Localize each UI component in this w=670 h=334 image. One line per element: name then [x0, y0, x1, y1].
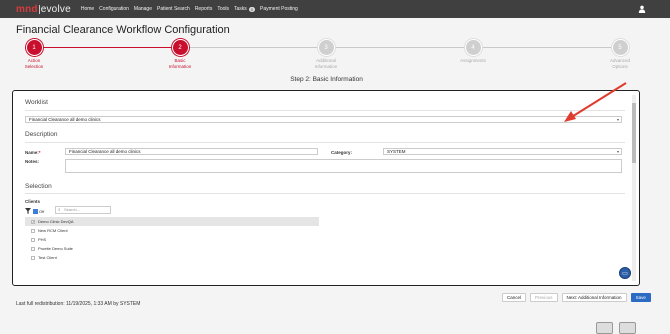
name-label: Name:*: [25, 150, 41, 155]
selection-section-title: Selection: [25, 183, 52, 190]
worklist-select[interactable]: Financial Clearance all demo clinics ▾: [25, 116, 622, 123]
category-select-value: SYSTEM: [387, 149, 406, 154]
step-5[interactable]: 5 Advanced Options: [590, 39, 650, 70]
search-icon: ⌕: [58, 207, 61, 212]
dropdown-caret-icon: ▾: [616, 149, 619, 154]
floating-action-icon[interactable]: ▭: [619, 267, 631, 279]
step-3-label-line2: Information: [314, 64, 338, 69]
last-redistribution-text: Last full redistribution: 11/19/2025, 1:…: [16, 301, 141, 307]
step-5-label-line2: Options: [612, 64, 628, 69]
notes-field[interactable]: [65, 159, 622, 173]
logo-divider: [38, 4, 40, 14]
brand-part-2: evolve: [40, 3, 71, 15]
worklist-select-value: Financial Clearance all demo clinics: [29, 117, 101, 122]
description-section-title: Description: [25, 131, 58, 138]
client-checkbox[interactable]: [31, 237, 35, 242]
clients-list: ✓ Demo Clinic DevQA New RCM Client PHS P…: [25, 217, 319, 262]
bottom-toolbar: [596, 322, 636, 334]
top-nav-bar: mnd evolve Home Configuration Manage Pat…: [0, 0, 670, 18]
off-toggle[interactable]: Off: [33, 208, 45, 214]
clients-filter-row: Off: [25, 208, 44, 214]
client-checkbox[interactable]: [31, 255, 35, 260]
filter-icon[interactable]: [25, 208, 31, 214]
clients-search-input[interactable]: ⌕ Search...: [55, 206, 111, 214]
client-name: Demo Clinic DevQA: [38, 219, 74, 224]
wizard-stepper: 1 Action Selection 2 Basic Information 3…: [0, 38, 670, 74]
nav-home[interactable]: Home: [81, 6, 94, 12]
toggle-box: [33, 208, 38, 214]
nav-configuration[interactable]: Configuration: [99, 6, 129, 12]
name-field-value: Financial Clearance all demo clinics: [69, 149, 141, 154]
stepper-line-pending: [180, 47, 620, 48]
nav-reports[interactable]: Reports: [195, 6, 213, 12]
nav-tools[interactable]: Tools: [217, 6, 229, 12]
tasks-count-badge: 0: [248, 6, 256, 12]
next-button[interactable]: Next: Additional Information: [561, 293, 627, 302]
scrollbar-thumb[interactable]: [632, 103, 636, 163]
search-placeholder: Search...: [64, 207, 81, 212]
step-1-circle: 1: [25, 39, 43, 56]
client-name: Pruette Demo Suite: [38, 246, 73, 251]
notes-label: Notes:: [25, 159, 40, 164]
nav-tasks[interactable]: Tasks 0: [234, 6, 256, 12]
help-widget-icon[interactable]: [596, 322, 613, 334]
previous-button[interactable]: Previous: [530, 293, 558, 302]
step-4-label-line2: Assignments: [460, 58, 486, 63]
required-marker: *: [38, 150, 41, 155]
client-name: Test Client: [38, 255, 57, 260]
clients-label: Clients: [25, 199, 41, 204]
nav-payment-posting[interactable]: Payment Posting: [260, 6, 298, 12]
toggle-label: Off: [39, 208, 45, 214]
brand-part-1: mnd: [16, 3, 38, 15]
user-icon[interactable]: [638, 5, 646, 13]
list-item[interactable]: Test Client: [25, 253, 319, 262]
category-select[interactable]: SYSTEM ▾: [383, 148, 622, 155]
footer-buttons: Cancel Previous Next: Additional Informa…: [502, 293, 651, 302]
client-name: PHS: [38, 237, 47, 242]
name-label-text: Name:: [25, 150, 39, 155]
nav-patient-search[interactable]: Patient Search: [157, 6, 190, 12]
chat-widget-icon[interactable]: [619, 322, 636, 334]
page-title: Financial Clearance Workflow Configurati…: [16, 24, 230, 36]
nav-tasks-label: Tasks: [234, 6, 247, 12]
step-2-label-line2: Information: [168, 64, 192, 69]
brand-logo[interactable]: mnd evolve: [16, 4, 71, 15]
client-checkbox[interactable]: [31, 228, 35, 233]
description-divider: [25, 142, 625, 143]
list-item[interactable]: ✓ Demo Clinic DevQA: [25, 217, 319, 226]
category-label: Category:: [331, 150, 353, 155]
step-1-label-line2: Selection: [24, 64, 44, 69]
panel-scrollbar[interactable]: [632, 95, 636, 281]
list-item[interactable]: Pruette Demo Suite: [25, 244, 319, 253]
step-4-circle: 4: [464, 39, 482, 56]
worklist-section-title: Worklist: [25, 99, 48, 106]
step-4[interactable]: 4 Assignments: [443, 39, 503, 64]
client-checkbox[interactable]: [31, 246, 35, 251]
client-name: New RCM Client: [38, 228, 68, 233]
annotation-arrow-icon: [564, 82, 627, 122]
save-button[interactable]: Save: [630, 293, 651, 302]
step-5-circle: 5: [611, 39, 629, 56]
worklist-divider: [25, 110, 625, 111]
main-nav: Home Configuration Manage Patient Search…: [81, 6, 298, 12]
step-3[interactable]: 3 Additional Information: [296, 39, 356, 70]
cancel-button[interactable]: Cancel: [502, 293, 527, 302]
step-3-circle: 3: [317, 39, 335, 56]
client-checkbox[interactable]: ✓: [31, 219, 35, 224]
name-field[interactable]: Financial Clearance all demo clinics: [65, 148, 318, 155]
step-1[interactable]: 1 Action Selection: [4, 39, 64, 70]
basic-information-panel: ▲ Worklist Financial Clearance all demo …: [12, 90, 640, 286]
nav-manage[interactable]: Manage: [134, 6, 152, 12]
step-heading: Step 2: Basic Information: [290, 76, 363, 83]
step-2-circle: 2: [171, 39, 189, 56]
list-item[interactable]: PHS: [25, 235, 319, 244]
step-2[interactable]: 2 Basic Information: [150, 39, 210, 70]
selection-divider: [25, 193, 625, 194]
list-item[interactable]: New RCM Client: [25, 226, 319, 235]
